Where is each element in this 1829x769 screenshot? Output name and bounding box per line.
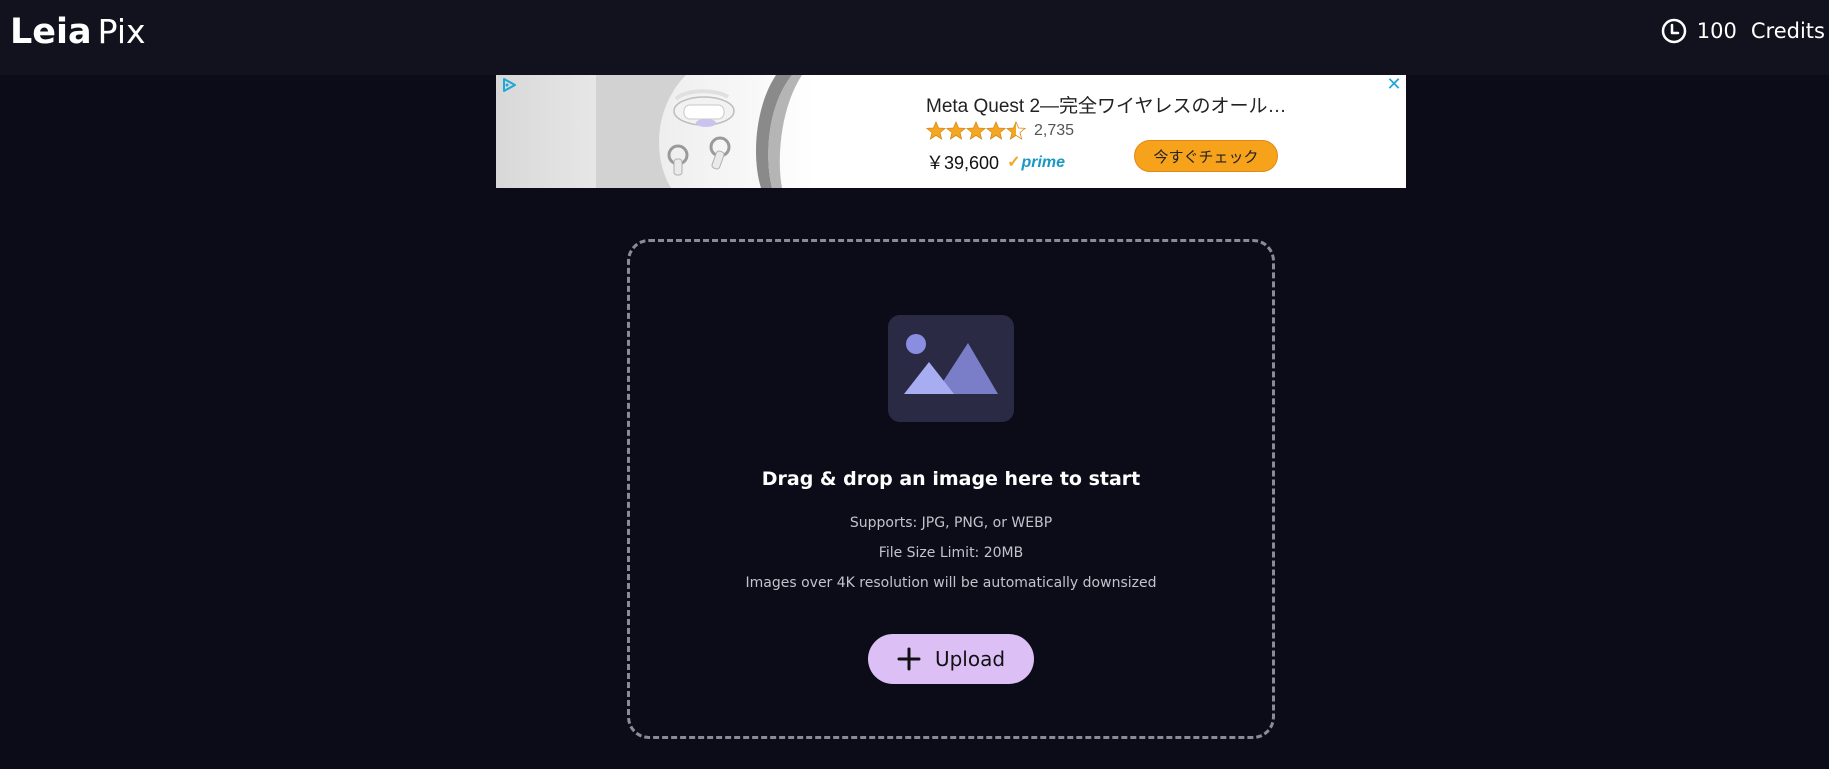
star-rating-icon [926, 121, 1026, 140]
upload-button[interactable]: Upload [868, 634, 1034, 684]
ad-title[interactable]: Meta Quest 2—完全ワイヤレスのオール… [926, 91, 1287, 118]
plus-icon [897, 647, 921, 671]
upload-button-label: Upload [934, 647, 1006, 671]
resolution-note-text: Images over 4K resolution will be automa… [745, 575, 1157, 591]
ad-rating-count: 2,735 [1034, 122, 1075, 139]
ad-rating: 2,735 [926, 121, 1074, 141]
close-icon[interactable]: ✕ [1384, 75, 1404, 95]
ad-price: ￥39,600 [926, 153, 1000, 173]
mountain-image-icon [904, 334, 998, 394]
prime-check-icon: ✓ [1007, 154, 1021, 171]
advertisement-banner[interactable]: ✕ Meta Quest 2—完全ワイヤレスのオール… 2,735 ￥39,60… [496, 75, 1406, 188]
leiapix-logo[interactable]: Leia Pix [10, 12, 146, 52]
logo-primary: Leia [10, 12, 92, 52]
ad-price-row: ￥39,600 ✓prime [926, 149, 1065, 175]
top-bar: Leia Pix 100 Credits [0, 0, 1829, 75]
image-placeholder-icon [888, 315, 1014, 422]
vr-headset-image[interactable] [596, 75, 836, 188]
supported-formats-text: Supports: JPG, PNG, or WEBP [849, 515, 1053, 531]
file-size-limit-text: File Size Limit: 20MB [878, 545, 1024, 561]
credits-count: 100 [1696, 19, 1737, 43]
prime-label: prime [1021, 154, 1066, 171]
credits-label: Credits [1750, 19, 1825, 43]
credits-display[interactable]: 100 Credits [1661, 18, 1825, 44]
dropzone-title: Drag & drop an image here to start [761, 468, 1141, 490]
prime-badge: ✓prime [1007, 152, 1065, 172]
ad-cta-button[interactable]: 今すぐチェック [1134, 140, 1278, 172]
clock-coin-icon [1661, 18, 1687, 44]
ad-choices-icon[interactable] [500, 77, 518, 93]
logo-secondary: Pix [97, 12, 146, 51]
